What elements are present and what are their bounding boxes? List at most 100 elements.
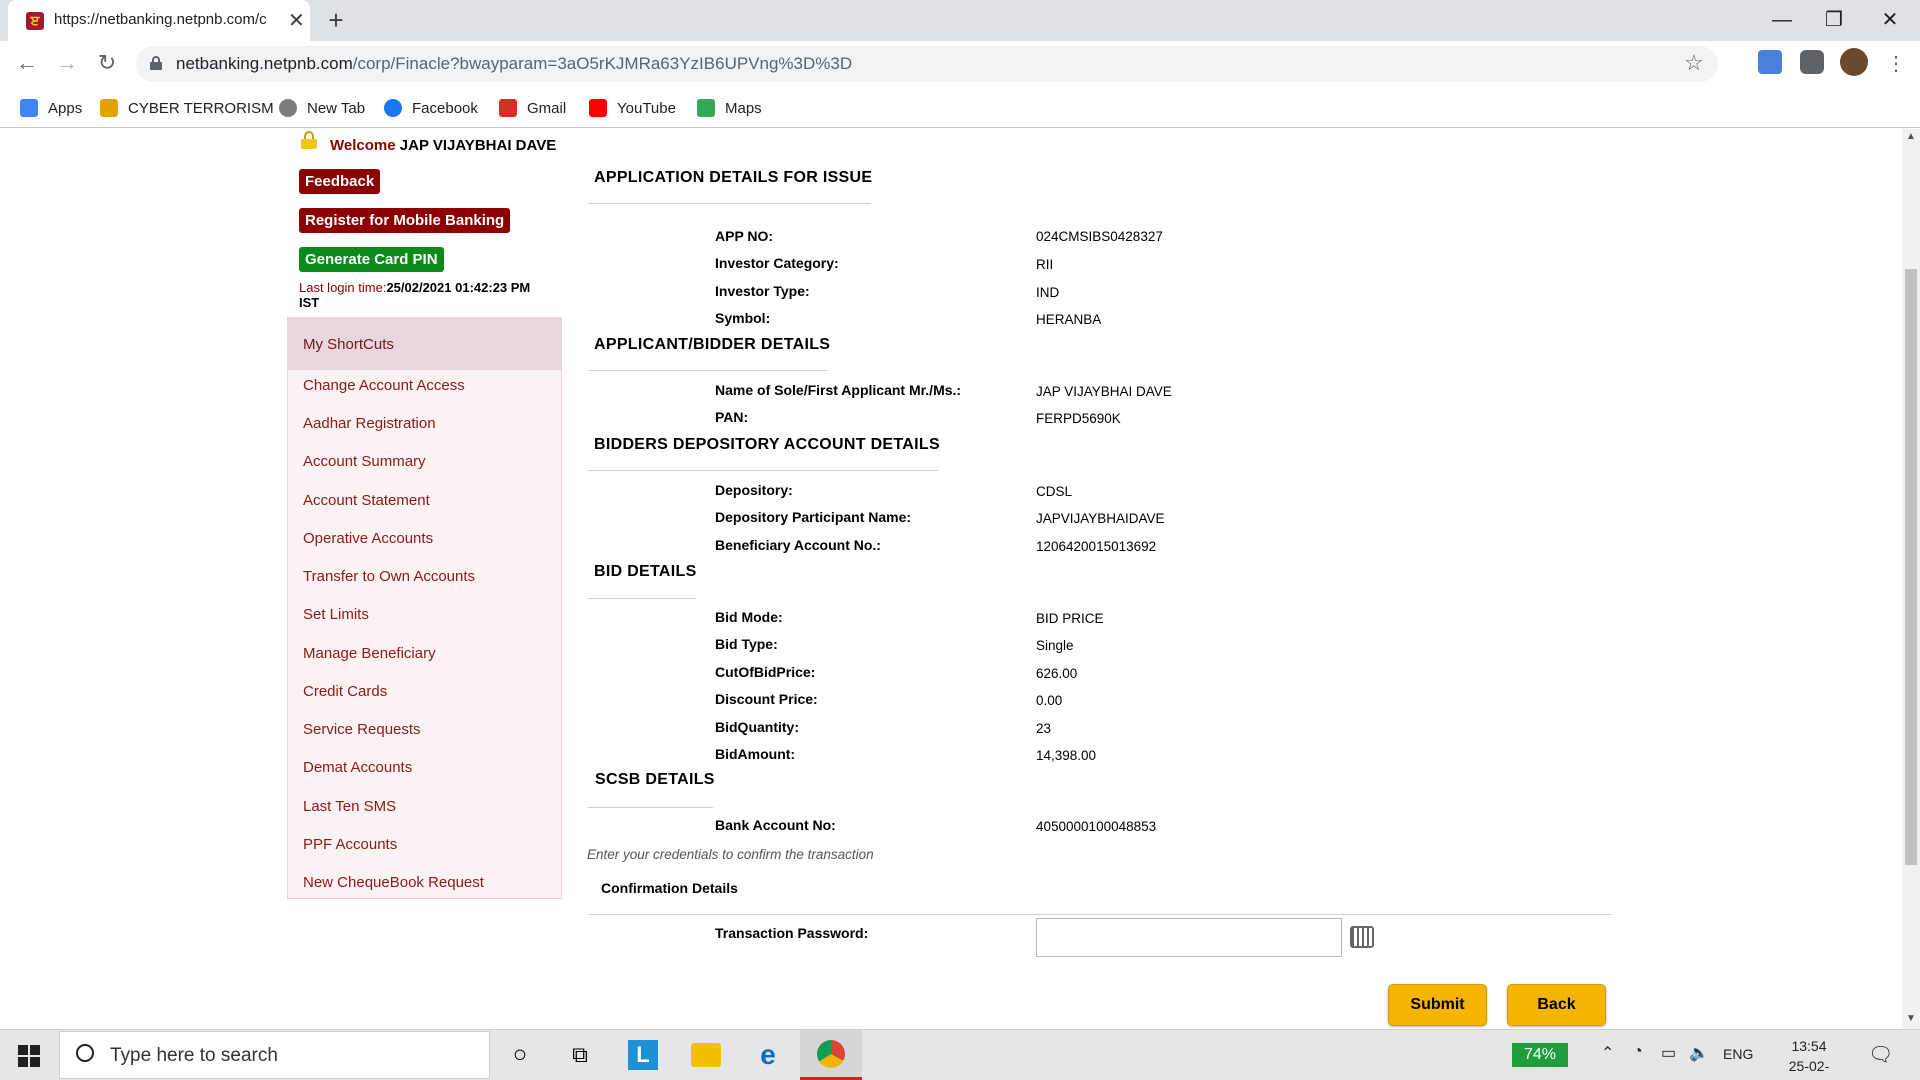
feedback-button[interactable]: Feedback: [299, 169, 381, 194]
register-mobile-banking-button[interactable]: Register for Mobile Banking: [299, 208, 511, 233]
minimize-button[interactable]: —: [1754, 4, 1810, 37]
shortcut-manage-beneficiary[interactable]: Manage Beneficiary: [303, 645, 436, 662]
taskbar-clock[interactable]: 13:54 25-02-2021: [1774, 1036, 1844, 1080]
field-label-cutoff-bid-price: CutOfBidPrice:: [715, 664, 816, 680]
field-label-pan: PAN:: [715, 409, 749, 425]
virtual-keyboard-icon[interactable]: [1350, 926, 1374, 948]
bookmark-youtube[interactable]: YouTube: [589, 97, 676, 119]
reload-icon[interactable]: ↻: [92, 48, 122, 78]
field-value-bid-quantity: 23: [1036, 721, 1052, 736]
language-indicator[interactable]: ENG: [1723, 1046, 1753, 1062]
shortcut-set-limits[interactable]: Set Limits: [303, 606, 369, 623]
bookmark-new-tab[interactable]: New Tab: [279, 97, 365, 119]
bookmark-label: YouTube: [617, 99, 676, 117]
page-scrollbar[interactable]: ▲ ▼: [1902, 129, 1920, 1029]
close-window-button[interactable]: ✕: [1862, 4, 1918, 37]
transaction-password-input[interactable]: [1036, 918, 1342, 957]
taskbar-search-box[interactable]: Type here to search: [59, 1031, 490, 1079]
shortcuts-header: My ShortCuts: [288, 318, 561, 370]
bookmark-gmail[interactable]: Gmail: [499, 97, 566, 119]
welcome-prefix: Welcome: [330, 137, 396, 154]
field-value-investor-category: RII: [1036, 257, 1054, 272]
bookmark-star-icon[interactable]: ☆: [1684, 50, 1704, 76]
clock-time: 13:54: [1791, 1038, 1827, 1054]
tab-close-icon[interactable]: ✕: [288, 8, 305, 33]
field-label-investor-category: Investor Category:: [715, 255, 839, 271]
section-divider: [588, 203, 871, 204]
file-explorer-icon[interactable]: [691, 1043, 721, 1067]
shortcut-operative-accounts[interactable]: Operative Accounts: [303, 530, 433, 547]
shortcuts-title: My ShortCuts: [303, 336, 394, 353]
field-label-discount-price: Discount Price:: [715, 691, 818, 707]
section-divider: [588, 807, 713, 808]
confirm-instruction: Enter your credentials to confirm the tr…: [587, 847, 874, 862]
profile-avatar[interactable]: [1840, 48, 1868, 76]
notifications-icon[interactable]: 🗨: [1868, 1042, 1893, 1067]
submit-button[interactable]: Submit: [1388, 984, 1487, 1026]
show-hidden-icons-chevron-icon[interactable]: ⌃: [1601, 1043, 1614, 1063]
field-value-applicant-name: JAP VIJAYBHAI DAVE: [1036, 384, 1172, 399]
chrome-icon: [817, 1040, 845, 1068]
url-text[interactable]: netbanking.netpnb.com/corp/Finacle?bwayp…: [176, 54, 852, 74]
shortcut-ppf-accounts[interactable]: PPF Accounts: [303, 836, 397, 853]
bookmark-label: Apps: [48, 99, 83, 117]
scrollbar-thumb[interactable]: [1905, 269, 1917, 865]
search-icon: [76, 1044, 94, 1062]
last-login-value: 25/02/2021 01:42:23 PM: [386, 280, 531, 295]
bookmark-cyber-terrorism[interactable]: CYBER TERRORISM: [100, 97, 274, 119]
field-value-investor-type: IND: [1036, 285, 1060, 300]
new-tab-button[interactable]: +: [318, 4, 354, 37]
forward-arrow-icon[interactable]: →: [52, 48, 82, 78]
bookmark-maps[interactable]: Maps: [697, 97, 762, 119]
browser-menu-icon[interactable]: ⋮: [1886, 51, 1906, 76]
field-label-bid-type: Bid Type:: [715, 636, 778, 652]
bookmark-label: Gmail: [527, 99, 567, 117]
generate-card-pin-button[interactable]: Generate Card PIN: [299, 247, 444, 272]
field-label-beneficiary-account: Beneficiary Account No.:: [715, 537, 881, 553]
shortcut-demat-accounts[interactable]: Demat Accounts: [303, 759, 412, 776]
scroll-down-arrow-icon[interactable]: ▼: [1906, 1013, 1916, 1024]
shortcut-last-ten-sms[interactable]: Last Ten SMS: [303, 798, 396, 815]
bookmark-facebook[interactable]: Facebook: [384, 97, 478, 119]
tab-title: https://netbanking.netpnb.com/c: [54, 11, 267, 28]
address-bar[interactable]: netbanking.netpnb.com/corp/Finacle?bwayp…: [136, 46, 1718, 82]
shortcut-new-chequebook-request[interactable]: New ChequeBook Request: [303, 874, 484, 891]
gmail-icon: [499, 99, 517, 117]
task-view-icon[interactable]: ⧉: [565, 1040, 595, 1070]
bookmark-label: CYBER TERRORISM: [128, 99, 274, 117]
page-content: Welcome JAP VIJAYBHAI DAVE Feedback Regi…: [0, 129, 1902, 1029]
network-icon[interactable]: ◔: [1633, 1043, 1643, 1061]
back-button[interactable]: Back: [1507, 984, 1606, 1026]
url-path: /corp/Finacle?bwayparam=3aO5rKJMRa63YzIB…: [352, 54, 853, 73]
l-app-icon[interactable]: L: [628, 1040, 658, 1070]
extensions-puzzle-icon[interactable]: [1800, 50, 1824, 74]
shortcut-transfer-own-accounts[interactable]: Transfer to Own Accounts: [303, 568, 475, 585]
field-label-dp-name: Depository Participant Name:: [715, 509, 912, 525]
section-title-applicant: APPLICANT/BIDDER DETAILS: [594, 336, 831, 353]
bookmark-apps[interactable]: Apps: [20, 97, 82, 119]
back-arrow-icon[interactable]: ←: [12, 48, 42, 78]
field-label-symbol: Symbol:: [715, 310, 771, 326]
windows-start-icon[interactable]: [18, 1045, 40, 1067]
shortcut-service-requests[interactable]: Service Requests: [303, 721, 421, 738]
edge-icon[interactable]: e: [753, 1040, 783, 1070]
volume-icon[interactable]: 🔈: [1689, 1043, 1709, 1063]
field-label-bid-quantity: BidQuantity:: [715, 719, 799, 735]
shortcut-account-statement[interactable]: Account Statement: [303, 492, 430, 509]
browser-tab[interactable]: ੲ https://netbanking.netpnb.com/c ✕: [8, 0, 310, 41]
youtube-icon: [589, 99, 607, 117]
shortcut-credit-cards[interactable]: Credit Cards: [303, 683, 387, 700]
cortana-icon[interactable]: ○: [505, 1040, 535, 1070]
lock-icon[interactable]: [150, 56, 162, 70]
restore-button[interactable]: ❐: [1806, 4, 1862, 37]
scroll-up-arrow-icon[interactable]: ▲: [1906, 131, 1916, 142]
translate-extension-icon[interactable]: [1758, 50, 1782, 74]
last-login-timezone: IST: [299, 295, 320, 310]
shortcut-change-account-access[interactable]: Change Account Access: [303, 377, 465, 394]
shortcut-aadhar-registration[interactable]: Aadhar Registration: [303, 415, 436, 432]
field-value-bid-amount: 14,398.00: [1036, 748, 1097, 763]
battery-icon[interactable]: ▭: [1661, 1043, 1676, 1063]
battery-percentage-badge[interactable]: 74%: [1512, 1043, 1568, 1067]
shortcut-account-summary[interactable]: Account Summary: [303, 453, 426, 470]
chrome-taskbar-button[interactable]: [800, 1030, 862, 1080]
